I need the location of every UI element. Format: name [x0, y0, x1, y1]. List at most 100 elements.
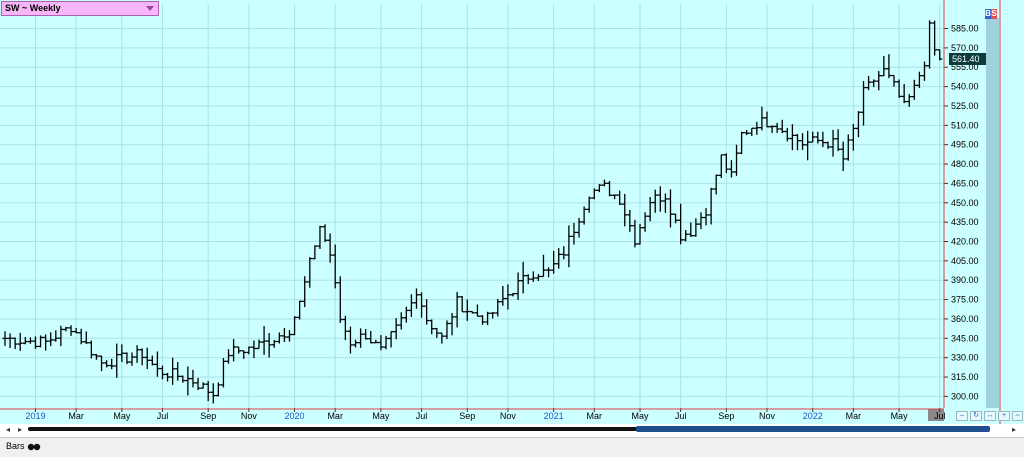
scroll-right-icon[interactable]: ▸: [1012, 425, 1016, 434]
price-chart[interactable]: 300.00 315.00 330.00 345.00 360.00 375.00 390.…: [0, 0, 1024, 424]
y-tick-label: 315.00: [951, 372, 979, 382]
ohlc-bar: [744, 130, 750, 136]
ohlc-bar: [683, 230, 689, 242]
zoom-in-icon[interactable]: +: [998, 411, 1010, 421]
zoom-out-icon[interactable]: –: [956, 411, 968, 421]
fit-icon[interactable]: ↔: [984, 411, 996, 421]
sell-badge[interactable]: S: [991, 9, 997, 19]
ohlc-bar: [48, 332, 54, 347]
ohlc-bar: [398, 312, 404, 330]
ohlc-bar: [190, 369, 196, 388]
ohlc-bar: [226, 349, 232, 364]
ohlc-bar: [805, 130, 811, 161]
ohlc-bar: [916, 71, 922, 88]
ohlc-bar: [510, 292, 516, 297]
y-tick-label: 540.00: [951, 82, 979, 92]
chart-mode-label[interactable]: Bars: [6, 441, 25, 451]
ohlc-bar: [921, 61, 927, 81]
link-icon[interactable]: [27, 443, 41, 451]
y-tick-label: 525.00: [951, 101, 979, 111]
ohlc-bar: [205, 381, 211, 402]
ohlc-bar: [454, 291, 460, 328]
buy-sell-badge[interactable]: BS: [985, 9, 997, 19]
ohlc-bar: [937, 49, 943, 61]
ohlc-bar: [759, 106, 765, 131]
x-tick-label: May: [113, 411, 131, 421]
ohlc-bar: [215, 382, 221, 397]
ohlc-bar: [256, 339, 262, 350]
ohlc-bar: [134, 345, 140, 363]
scroll-start-icon[interactable]: ▸: [18, 425, 22, 434]
ohlc-bar: [815, 131, 821, 144]
ohlc-bar: [886, 54, 892, 79]
x-tick-label: 2020: [285, 411, 305, 421]
ohlc-bar: [576, 217, 582, 238]
chart-grid: [0, 4, 999, 421]
ohlc-bar: [866, 75, 872, 91]
ohlc-bar: [495, 298, 501, 317]
ohlc-bar: [68, 325, 74, 336]
ohlc-bar: [17, 332, 23, 351]
ohlc-bar: [906, 94, 912, 107]
x-tick-label: 2019: [25, 411, 45, 421]
ohlc-bar: [393, 318, 399, 340]
ohlc-bar: [485, 311, 491, 326]
chevron-down-icon[interactable]: [146, 6, 154, 11]
ohlc-bar: [114, 343, 120, 378]
ohlc-bar: [500, 285, 506, 306]
timeline-scrollbar[interactable]: ◂ ▸ ▸: [0, 424, 1024, 436]
y-tick-label: 495.00: [951, 140, 979, 150]
ohlc-bar: [327, 233, 333, 263]
ohlc-bar: [556, 248, 562, 269]
chart-area[interactable]: 300.00 315.00 330.00 345.00 360.00 375.00 390.…: [0, 0, 1024, 424]
ohlc-bar: [627, 209, 633, 232]
ohlc-bar: [754, 121, 760, 135]
ohlc-bar: [490, 312, 496, 319]
ohlc-bar: [830, 129, 836, 157]
ohlc-bar: [2, 331, 8, 346]
ohlc-bar: [739, 131, 745, 155]
ohlc-bar: [861, 81, 867, 126]
ohlc-bar: [693, 218, 699, 237]
y-tick-label: 405.00: [951, 256, 979, 266]
expand-icon[interactable]: ⇔: [1012, 411, 1023, 421]
ohlc-bar: [480, 315, 486, 325]
ohlc-bar: [251, 340, 257, 359]
ohlc-bar: [551, 250, 557, 274]
ohlc-bar: [647, 196, 653, 222]
x-tick-label: Nov: [500, 411, 517, 421]
y-tick-label: 390.00: [951, 275, 979, 285]
ohlc-bar: [170, 357, 176, 385]
ohlc-bar: [932, 20, 938, 56]
ohlc-bar: [734, 144, 740, 176]
scroll-left-icon[interactable]: ◂: [6, 425, 10, 434]
ohlc-bar: [434, 327, 440, 338]
ohlc-bar: [474, 304, 480, 317]
ohlc-bar: [703, 208, 709, 226]
symbol-selector[interactable]: SW ~ Weekly: [1, 1, 159, 16]
ohlc-bar: [58, 325, 64, 347]
scroll-thumb[interactable]: [636, 426, 990, 432]
ohlc-bar: [774, 122, 780, 133]
x-tick-label: May: [372, 411, 390, 421]
ohlc-bar: [718, 154, 724, 179]
ohlc-bar: [896, 79, 902, 98]
ohlc-bar: [657, 186, 663, 212]
ohlc-bar: [632, 219, 638, 248]
x-tick-label: Mar: [846, 411, 862, 421]
ohlc-bar: [525, 274, 531, 285]
ohlc-bar: [12, 337, 18, 350]
ohlc-bar: [708, 187, 714, 225]
y-tick-label: 570.00: [951, 43, 979, 53]
ohlc-bar: [332, 244, 338, 289]
ohlc-bar: [53, 330, 59, 342]
x-tick-label: Jul: [157, 411, 169, 421]
ohlc-bar: [286, 330, 292, 342]
refresh-icon[interactable]: ↻: [970, 411, 982, 421]
ohlc-bar: [800, 133, 806, 150]
ohlc-bar: [871, 79, 877, 88]
ohlc-bar: [444, 320, 450, 340]
ohlc-bar: [881, 55, 887, 77]
x-tick-label: May: [891, 411, 909, 421]
y-tick-label: 450.00: [951, 198, 979, 208]
